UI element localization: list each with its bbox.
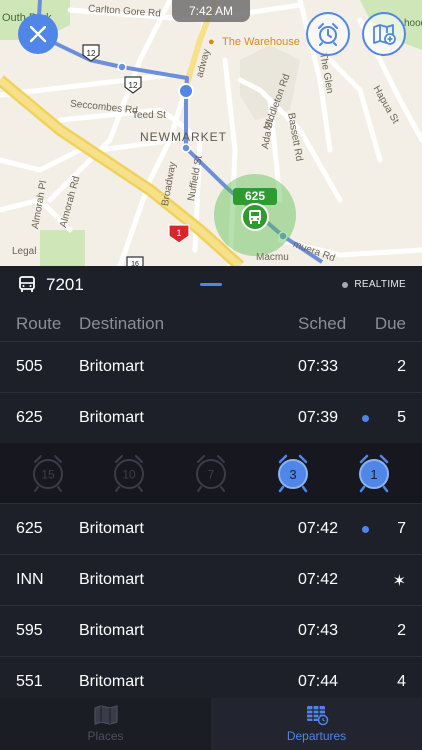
alarm-options: 15 10 7 3 1 — [0, 443, 422, 504]
stop-title: 7201 — [18, 275, 84, 295]
realtime-dot-icon — [362, 415, 369, 422]
realtime-dot-icon — [362, 526, 369, 533]
column-header-destination: Destination — [79, 314, 165, 333]
departures-board-icon — [306, 706, 328, 726]
route-cell: 595 — [16, 622, 43, 639]
realtime-label: REALTIME — [354, 279, 406, 290]
due-cell: 2 — [397, 358, 406, 375]
destination-cell: Britomart — [79, 358, 144, 375]
svg-text:1: 1 — [370, 467, 377, 482]
tab-departures[interactable]: Departures — [211, 698, 422, 750]
drag-handle[interactable] — [200, 283, 222, 286]
svg-text:3: 3 — [289, 467, 296, 482]
tab-places[interactable]: Places — [0, 698, 211, 750]
alarm-3-icon[interactable]: 3 — [275, 453, 311, 493]
alarm-1-icon[interactable]: 1 — [356, 453, 392, 493]
stop-header[interactable]: 7201 REALTIME — [0, 266, 422, 304]
route-cell: 625 — [16, 520, 43, 537]
route-cell: 505 — [16, 358, 43, 375]
alarm-10-icon[interactable]: 10 — [111, 453, 147, 493]
map-label-teed: Teed St — [132, 110, 166, 121]
destination-cell: Britomart — [79, 673, 144, 690]
map-add-icon — [373, 24, 396, 45]
column-header-due: Due — [374, 314, 406, 333]
svg-text:12: 12 — [129, 81, 138, 90]
column-header-route: Route — [16, 314, 62, 333]
close-icon — [29, 25, 47, 43]
route-cell: INN — [16, 571, 44, 588]
destination-cell: Britomart — [79, 571, 144, 588]
destination-cell: Britomart — [79, 622, 144, 639]
sched-cell: 07:44 — [298, 673, 339, 690]
realtime-dot-icon — [342, 281, 349, 288]
route-shield-icon: 16 — [126, 256, 144, 266]
svg-text:1: 1 — [176, 228, 181, 238]
destination-cell: Britomart — [79, 409, 144, 426]
map-label-warehouse: The Warehouse — [222, 36, 300, 48]
alarm-clock-icon — [318, 23, 338, 46]
route-cell: 551 — [16, 673, 43, 690]
sched-cell: 07:42 — [298, 520, 339, 537]
alarm-15-icon[interactable]: 15 — [30, 453, 66, 493]
svg-text:10: 10 — [122, 468, 136, 482]
table-row[interactable]: 595 Britomart 07:43 2 — [0, 606, 422, 657]
route-cell: 625 — [16, 409, 43, 426]
realtime-indicator: REALTIME — [342, 279, 406, 290]
map-label-hood: hood — [404, 18, 422, 29]
tab-places-label: Places — [87, 729, 124, 743]
route-shield-icon: 12 — [82, 44, 100, 62]
sched-cell: 07:42 — [298, 571, 339, 588]
due-cell: 7 — [397, 520, 406, 537]
departures-table-header: Route Destination Sched Due — [0, 304, 422, 342]
add-to-map-button[interactable] — [362, 12, 406, 56]
due-cell: 5 — [397, 409, 406, 426]
sched-cell: 07:39 — [298, 409, 339, 426]
map-icon — [93, 705, 118, 725]
due-cell: ✶ — [392, 573, 406, 590]
table-row[interactable]: 625 Britomart 07:42 7 — [0, 504, 422, 555]
svg-text:12: 12 — [87, 49, 96, 58]
alarm-button[interactable] — [306, 12, 350, 56]
svg-text:7: 7 — [208, 468, 215, 482]
map-label-newmarket: NEWMARKET — [140, 130, 227, 144]
due-cell: 2 — [397, 622, 406, 639]
status-time: 7:42 AM — [172, 0, 250, 22]
table-row[interactable]: 625 Britomart 07:39 5 — [0, 393, 422, 444]
poi-marker-icon: ● — [208, 36, 215, 48]
due-cell: 4 — [397, 673, 406, 690]
table-row[interactable]: INN Britomart 07:42 ✶ — [0, 555, 422, 606]
route-shield-icon: 12 — [124, 76, 142, 94]
sched-cell: 07:43 — [298, 622, 339, 639]
motorway-shield-icon: 1 — [168, 224, 190, 244]
alarm-7-icon[interactable]: 7 — [193, 453, 229, 493]
bus-icon — [249, 210, 261, 224]
close-button[interactable] — [18, 14, 58, 54]
map-legal-link[interactable]: Legal — [12, 246, 36, 257]
sched-cell: 07:33 — [298, 358, 339, 375]
bus-icon — [19, 276, 35, 292]
tab-bar: Places Departures — [0, 698, 422, 750]
stop-marker[interactable] — [241, 203, 269, 231]
tab-departures-label: Departures — [286, 729, 347, 743]
map-view[interactable]: Carlton Gore Rd Outh Park The Warehouse … — [0, 0, 422, 266]
column-header-sched: Sched — [298, 314, 347, 333]
destination-cell: Britomart — [79, 520, 144, 537]
stop-number: 7201 — [46, 275, 84, 294]
table-row[interactable]: 505 Britomart 07:33 2 — [0, 342, 422, 393]
svg-text:15: 15 — [41, 468, 55, 482]
